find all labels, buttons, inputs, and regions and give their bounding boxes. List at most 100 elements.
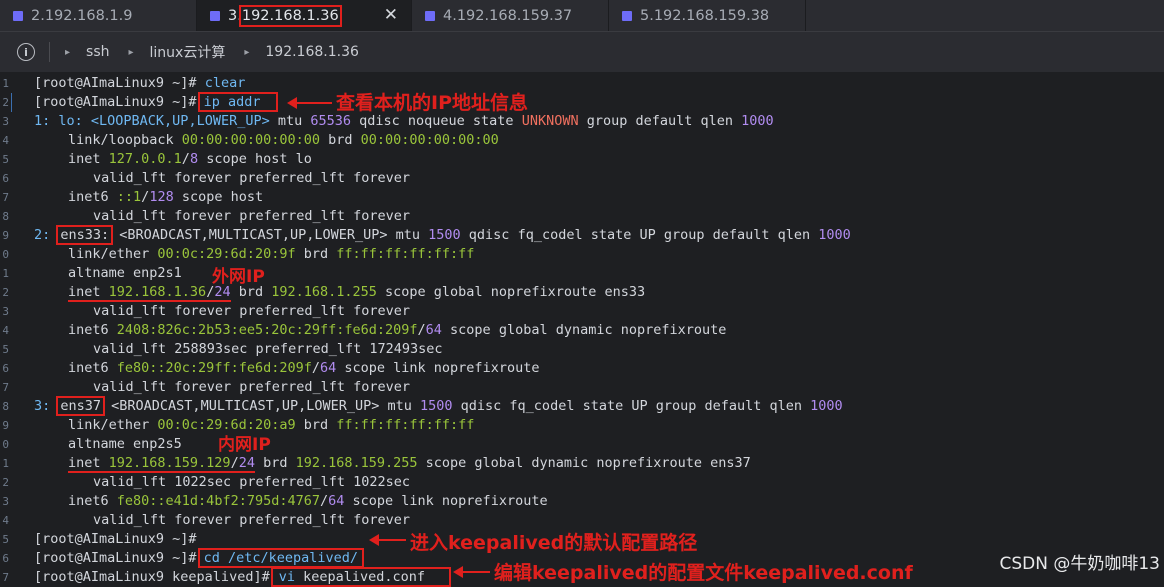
terminal-line: 3: ens37 <BROADCAST,MULTICAST,UP,LOWER_U… <box>34 396 843 416</box>
breadcrumb-item-ssh[interactable]: ssh <box>86 44 109 60</box>
terminal-line: link/ether 00:0c:29:6d:20:9f brd ff:ff:f… <box>68 245 474 264</box>
output-ip: fe80::e41d:4bf2:795d:4767 <box>116 493 320 509</box>
output-text: valid_lft 258893sec preferred_lft 172493… <box>93 341 443 357</box>
tab-session-3-active[interactable]: 3. 192.168.1.36 ✕ <box>197 0 412 31</box>
shell-prompt: [root@AImaLinux9 ~]# <box>34 75 197 91</box>
output-number: 64 <box>425 322 442 338</box>
output-number: 65536 <box>310 113 351 129</box>
terminal-line: link/loopback 00:00:00:00:00:00 brd 00:0… <box>68 131 499 150</box>
output-text: inet6 <box>68 322 117 338</box>
line-number: 4 <box>2 514 9 527</box>
tab-label: 5.192.168.159.38 <box>640 7 770 24</box>
line-number: 8 <box>2 400 9 413</box>
command-argument: keepalived.conf <box>294 569 426 585</box>
shell-prompt: [root@AImaLinux9 ~]# <box>34 550 197 566</box>
output-text: valid_lft forever preferred_lft forever <box>93 512 410 528</box>
underlined-ip-block: inet 192.168.159.129/24 <box>68 455 255 473</box>
chevron-right-icon: ▸ <box>65 46 71 58</box>
breadcrumb-item-folder[interactable]: linux云计算 <box>150 42 226 62</box>
output-text: 1: lo: <box>34 113 91 129</box>
line-number: 6 <box>2 362 9 375</box>
output-text: scope host <box>173 189 264 205</box>
output-text: brd <box>254 455 296 471</box>
info-icon[interactable]: i <box>17 43 35 61</box>
terminal-line: valid_lft forever preferred_lft forever <box>93 169 410 188</box>
command-text-highlighted: vi keepalived.conf <box>270 567 452 587</box>
terminal-output[interactable]: 1 2 3 4 5 6 7 8 9 0 1 2 3 4 5 6 7 8 9 0 … <box>0 72 1164 587</box>
terminal-line: altname enp2s5 <box>68 435 182 454</box>
close-icon[interactable]: ✕ <box>384 5 398 25</box>
terminal-line: inet6 fe80::e41d:4bf2:795d:4767/64 scope… <box>68 492 548 511</box>
output-text: inet <box>68 455 109 471</box>
output-text: scope global dynamic noprefixroute ens37 <box>417 455 751 471</box>
output-ip: fe80::20c:29ff:fe6d:209f <box>116 360 312 376</box>
output-text: altname enp2s1 <box>68 265 182 281</box>
tab-session-2[interactable]: 2.192.168.1.9 <box>0 0 197 31</box>
output-text: mtu <box>379 398 421 414</box>
output-text: link/ether <box>68 417 158 433</box>
terminal-line: link/ether 00:0c:29:6d:20:a9 brd ff:ff:f… <box>68 416 474 435</box>
output-text: altname enp2s5 <box>68 436 182 452</box>
shell-prompt: [root@AImaLinux9 ~]# <box>34 531 197 547</box>
line-number: 1 <box>2 77 9 90</box>
tab-prefix: 3. <box>228 7 242 24</box>
annotation-arrow <box>453 566 490 578</box>
output-text: inet6 <box>68 189 117 205</box>
tab-bar: 2.192.168.1.9 3. 192.168.1.36 ✕ 4.192.168… <box>0 0 1164 31</box>
output-number: 1500 <box>420 398 453 414</box>
output-number: 24 <box>238 455 255 471</box>
annotation-arrow <box>369 534 406 546</box>
tab-label: 192.168.1.36 <box>238 4 342 27</box>
terminal-line: valid_lft forever preferred_lft forever <box>93 302 410 321</box>
terminal-line: valid_lft 258893sec preferred_lft 172493… <box>93 340 443 359</box>
output-text: link/loopback <box>68 132 182 148</box>
output-text: inet6 <box>68 360 117 376</box>
output-number: 64 <box>328 493 345 509</box>
line-number: 5 <box>2 153 9 166</box>
tab-session-5[interactable]: 5.192.168.159.38 <box>609 0 806 31</box>
tab-session-4[interactable]: 4.192.168.159.37 <box>412 0 609 31</box>
command-text-highlighted: cd /etc/keepalived/ <box>197 548 365 568</box>
tab-label: 4.192.168.159.37 <box>443 7 573 24</box>
line-number: 7 <box>2 191 9 204</box>
output-text: brd <box>295 417 337 433</box>
output-text: valid_lft forever preferred_lft forever <box>93 208 410 224</box>
output-text: valid_lft forever preferred_lft forever <box>93 379 410 395</box>
output-text: scope global dynamic noprefixroute <box>441 322 727 338</box>
annotation-cd: 进入keepalived的默认配置路径 <box>410 532 698 554</box>
output-mac: 00:00:00:00:00:00 <box>360 132 499 148</box>
line-number: 7 <box>2 571 9 584</box>
line-number: 3 <box>2 305 9 318</box>
output-ip: 2408:826c:2b53:ee5:20c:29ff:fe6d:209f <box>116 322 418 338</box>
session-square-icon <box>425 10 435 21</box>
output-text: inet6 <box>68 493 117 509</box>
session-square-icon <box>210 10 220 21</box>
annotation-lan: 内网IP <box>218 435 271 455</box>
annotation-vi: 编辑keepalived的配置文件keepalived.conf <box>494 562 913 584</box>
output-ip: 127.0.0.1 <box>108 151 182 167</box>
command-text: vi <box>278 569 295 585</box>
terminal-line: [root@AImaLinux9 ~]# clear <box>34 74 245 93</box>
terminal-line: inet6 ::1/128 scope host <box>68 188 263 207</box>
terminal-line: valid_lft forever preferred_lft forever <box>93 207 410 226</box>
output-text: scope host lo <box>198 151 312 167</box>
output-text: group default qlen <box>578 113 742 129</box>
command-text-highlighted: ip addr <box>197 92 279 112</box>
session-square-icon <box>622 10 632 21</box>
terminal-line: [root@AImaLinux9 ~]# <box>34 530 197 549</box>
output-text: <LOOPBACK,UP,LOWER_UP> <box>90 113 270 129</box>
breadcrumb-item-host[interactable]: 192.168.1.36 <box>265 44 359 60</box>
output-text: / <box>319 493 329 509</box>
output-text: scope global noprefixroute ens33 <box>376 284 646 300</box>
output-text: mtu <box>269 113 311 129</box>
line-number: 2 <box>2 476 9 489</box>
line-number: 4 <box>2 324 9 337</box>
output-text: valid_lft forever preferred_lft forever <box>93 170 410 186</box>
line-number-gutter: 1 2 3 4 5 6 7 8 9 0 1 2 3 4 5 6 7 8 9 0 … <box>0 72 24 584</box>
line-number: 6 <box>2 172 9 185</box>
line-number: 7 <box>2 381 9 394</box>
output-text: / <box>230 455 239 471</box>
output-ip: ::1 <box>116 189 142 205</box>
output-text: valid_lft forever preferred_lft forever <box>93 303 410 319</box>
output-ip: 192.168.1.255 <box>271 284 377 300</box>
